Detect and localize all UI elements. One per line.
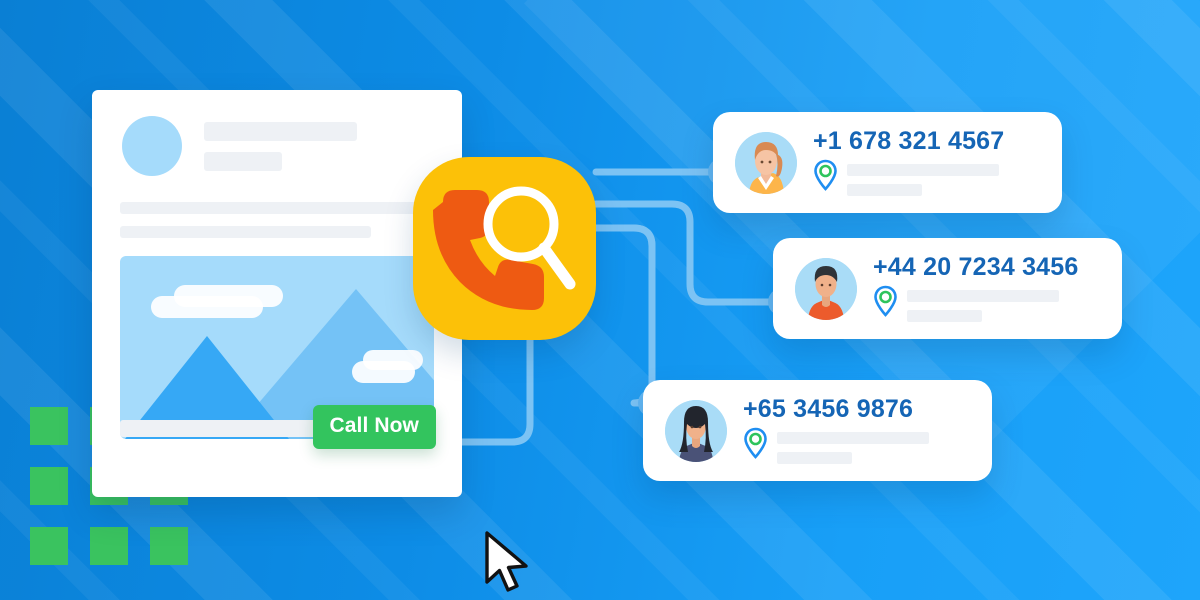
avatar: [795, 257, 857, 320]
location-placeholders: [777, 429, 929, 464]
location-line: [907, 310, 982, 322]
cloud-icon: [151, 296, 263, 318]
location-line: [847, 184, 922, 196]
phone-number: +1 678 321 4567: [813, 127, 1005, 155]
phone-number: +44 20 7234 3456: [873, 253, 1079, 281]
post-text-line: [120, 202, 434, 214]
location-pin-icon: [744, 427, 767, 459]
avatar: [122, 116, 182, 176]
illustration-canvas: Call Now +1 678 321 4567 +44 20 7234 345…: [0, 0, 1200, 600]
location-row: [873, 285, 1106, 322]
post-header: [92, 90, 462, 176]
post-header-text: [204, 121, 357, 171]
post-body: [92, 176, 462, 238]
avatar: [665, 399, 727, 462]
location-pin-icon: [814, 159, 837, 191]
location-line: [847, 164, 999, 176]
location-line: [777, 452, 852, 464]
avatar: [735, 131, 797, 194]
location-placeholders: [907, 287, 1059, 322]
search-result-card[interactable]: +1 678 321 4567: [713, 112, 1062, 213]
post-text-line: [120, 226, 372, 238]
cloud-icon: [352, 361, 415, 383]
location-row: [743, 427, 976, 464]
post-subtitle-placeholder: [204, 151, 282, 171]
mouse-pointer-cursor: [485, 531, 528, 592]
location-line: [777, 432, 929, 444]
result-details: +1 678 321 4567: [813, 129, 1062, 196]
call-now-button[interactable]: Call Now: [312, 405, 436, 449]
result-details: +44 20 7234 3456: [873, 255, 1122, 322]
location-pin-icon: [874, 285, 897, 317]
search-result-card[interactable]: +65 3456 9876: [643, 380, 992, 481]
location-line: [907, 290, 1059, 302]
social-post-card: Call Now: [92, 90, 528, 592]
location-placeholders: [847, 161, 999, 196]
result-details: +65 3456 9876: [743, 397, 992, 464]
phone-search-app-icon[interactable]: [413, 157, 596, 340]
search-result-card[interactable]: +44 20 7234 3456: [773, 238, 1122, 339]
location-row: [813, 159, 1046, 196]
post-author-placeholder: [204, 121, 357, 141]
phone-number: +65 3456 9876: [743, 395, 914, 423]
